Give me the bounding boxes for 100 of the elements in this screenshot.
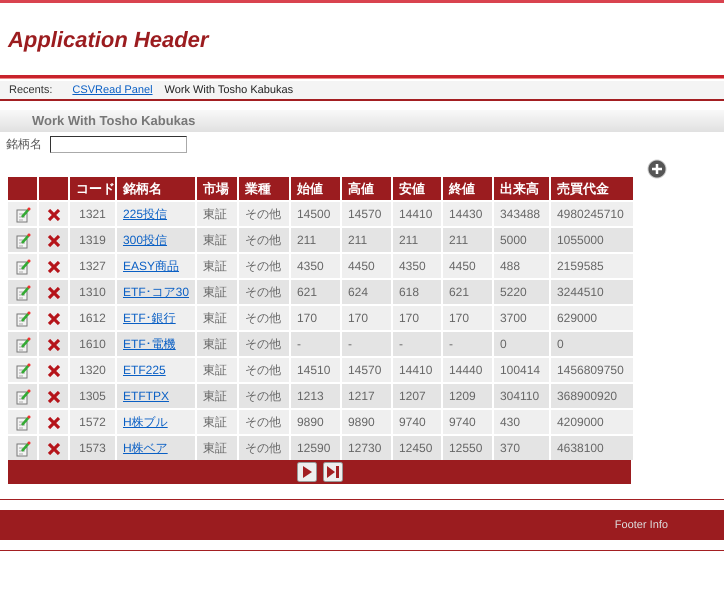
table-cell: 629000 <box>551 306 633 330</box>
table-cell: 12450 <box>393 436 441 460</box>
table-cell: 4980245710 <box>551 202 633 226</box>
panel-title: Work With Tosho Kabukas <box>32 112 196 130</box>
table-cell: 東証 <box>197 410 237 434</box>
edit-icon[interactable] <box>14 336 30 353</box>
column-header[interactable]: 高値 <box>342 177 391 200</box>
table-cell: 4209000 <box>551 410 633 434</box>
edit-icon[interactable] <box>14 388 30 405</box>
table-cell: 1319 <box>70 228 115 252</box>
table-cell: 5000 <box>494 228 549 252</box>
table-cell: 304110 <box>494 384 549 408</box>
table-cell: 14570 <box>342 202 391 226</box>
delete-icon[interactable] <box>46 338 60 352</box>
column-header[interactable]: コード <box>70 177 115 200</box>
app-header-title: Application Header <box>8 26 208 54</box>
column-header[interactable]: 終値 <box>443 177 492 200</box>
table-cell: 東証 <box>197 358 237 382</box>
table-cell: 211 <box>291 228 340 252</box>
delete-icon[interactable] <box>46 286 60 300</box>
column-header[interactable]: 始値 <box>291 177 340 200</box>
table-cell: 1456809750 <box>551 358 633 382</box>
delete-icon[interactable] <box>46 364 60 378</box>
table-cell: 0 <box>551 332 633 356</box>
table-cell: 170 <box>393 306 441 330</box>
edit-icon[interactable] <box>14 206 30 223</box>
delete-icon[interactable] <box>46 416 60 430</box>
filter-label: 銘柄名 <box>6 136 42 153</box>
table-cell: 621 <box>443 280 492 304</box>
table-cell: 東証 <box>197 332 237 356</box>
table-cell: 100414 <box>494 358 549 382</box>
table-cell: 1209 <box>443 384 492 408</box>
table-cell: その他 <box>239 280 289 304</box>
edit-icon[interactable] <box>14 440 30 457</box>
delete-icon[interactable] <box>46 234 60 248</box>
table-cell: 3244510 <box>551 280 633 304</box>
table-cell: その他 <box>239 358 289 382</box>
edit-icon[interactable] <box>14 310 30 327</box>
table-cell: 170 <box>342 306 391 330</box>
column-header[interactable]: 安値 <box>393 177 441 200</box>
table-cell: その他 <box>239 202 289 226</box>
recent-link[interactable]: CSVRead Panel <box>72 82 153 98</box>
header-cell <box>39 177 68 200</box>
table-cell: 東証 <box>197 228 237 252</box>
table-cell: その他 <box>239 332 289 356</box>
recents-label: Recents: <box>9 82 52 98</box>
delete-icon[interactable] <box>46 390 60 404</box>
column-header[interactable]: 銘柄名 <box>117 177 195 200</box>
column-header[interactable]: 出来高 <box>494 177 549 200</box>
table-cell: 1310 <box>70 280 115 304</box>
table-cell: 1320 <box>70 358 115 382</box>
last-page-icon[interactable] <box>322 462 342 482</box>
table-cell: その他 <box>239 306 289 330</box>
footer-text: Footer Info <box>614 518 668 533</box>
table-cell: 1572 <box>70 410 115 434</box>
table-cell: 1207 <box>393 384 441 408</box>
table-cell: その他 <box>239 228 289 252</box>
edit-icon[interactable] <box>14 362 30 379</box>
table-cell: 0 <box>494 332 549 356</box>
table-cell: - <box>393 332 441 356</box>
table-cell: 4638100 <box>551 436 633 460</box>
delete-icon[interactable] <box>46 208 60 222</box>
table-cell: 14410 <box>393 358 441 382</box>
delete-icon[interactable] <box>46 312 60 326</box>
table-cell: 東証 <box>197 306 237 330</box>
edit-icon[interactable] <box>14 258 30 275</box>
stock-name-field[interactable] <box>50 136 187 152</box>
table-cell: 12590 <box>291 436 340 460</box>
column-header[interactable]: 売買代金 <box>551 177 633 200</box>
table-cell: 12730 <box>342 436 391 460</box>
edit-icon[interactable] <box>14 232 30 249</box>
table-cell: 1055000 <box>551 228 633 252</box>
table-cell: 430 <box>494 410 549 434</box>
table-cell: - <box>291 332 340 356</box>
table-cell: 14570 <box>342 358 391 382</box>
table-cell: 2159585 <box>551 254 633 278</box>
table-cell: 488 <box>494 254 549 278</box>
table-cell: 368900920 <box>551 384 633 408</box>
delete-icon[interactable] <box>46 442 60 456</box>
table-cell: その他 <box>239 254 289 278</box>
table-cell: 東証 <box>197 254 237 278</box>
table-cell: 東証 <box>197 436 237 460</box>
header-cell <box>8 177 37 200</box>
table-cell: 170 <box>443 306 492 330</box>
table-cell: 9890 <box>342 410 391 434</box>
delete-icon[interactable] <box>46 260 60 274</box>
table-cell: 4450 <box>443 254 492 278</box>
table-cell: 9740 <box>443 410 492 434</box>
table-cell: 1305 <box>70 384 115 408</box>
edit-icon[interactable] <box>14 414 30 431</box>
add-icon[interactable] <box>647 159 667 179</box>
column-header[interactable]: 市場 <box>197 177 237 200</box>
column-header[interactable]: 業種 <box>239 177 289 200</box>
edit-icon[interactable] <box>14 284 30 301</box>
next-page-icon[interactable] <box>296 462 316 482</box>
table-cell: 4350 <box>393 254 441 278</box>
table-cell: 14500 <box>291 202 340 226</box>
table-cell: 1573 <box>70 436 115 460</box>
recent-current: Work With Tosho Kabukas <box>164 82 294 98</box>
table-cell: 1612 <box>70 306 115 330</box>
